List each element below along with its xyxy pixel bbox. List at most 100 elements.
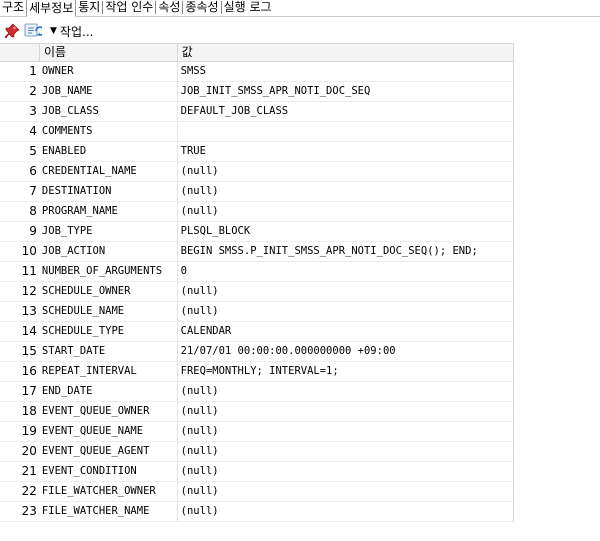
tab-job-arguments[interactable]: 작업 인수 [103, 0, 155, 16]
table-row[interactable]: 4 COMMENTS [0, 122, 513, 142]
property-name-cell[interactable]: FILE_WATCHER_OWNER [40, 482, 178, 501]
property-name-cell[interactable]: SCHEDULE_TYPE [40, 322, 178, 341]
row-number: 12 [21, 284, 37, 298]
property-value-cell[interactable]: (null) [178, 182, 513, 201]
refresh-icon[interactable] [24, 22, 42, 40]
table-row[interactable]: 18 EVENT_QUEUE_OWNER (null) [0, 402, 513, 422]
table-row[interactable]: 9 JOB_TYPE PLSQL_BLOCK [0, 222, 513, 242]
row-number: 5 [29, 144, 37, 158]
property-value-cell[interactable]: TRUE [178, 142, 513, 161]
property-name-cell[interactable]: EVENT_QUEUE_NAME [40, 422, 178, 441]
property-name-cell[interactable]: CREDENTIAL_NAME [40, 162, 178, 181]
property-value-cell[interactable]: (null) [178, 442, 513, 461]
property-name-cell[interactable]: EVENT_CONDITION [40, 462, 178, 481]
tab-properties[interactable]: 속성 [156, 0, 182, 16]
row-number: 21 [21, 464, 37, 478]
property-name-cell[interactable]: EVENT_QUEUE_AGENT [40, 442, 178, 461]
header-name[interactable]: 이름 [40, 44, 178, 61]
property-value-cell[interactable]: CALENDAR [178, 322, 513, 341]
tab-run-log[interactable]: 실행 로그 [222, 0, 274, 16]
property-value-cell[interactable]: (null) [178, 202, 513, 221]
table-row[interactable]: 13 SCHEDULE_NAME (null) [0, 302, 513, 322]
table-row[interactable]: 11 NUMBER_OF_ARGUMENTS 0 [0, 262, 513, 282]
property-value-cell[interactable]: SMSS [178, 62, 513, 81]
table-row[interactable]: 17 END_DATE (null) [0, 382, 513, 402]
property-name-cell[interactable]: EVENT_QUEUE_OWNER [40, 402, 178, 421]
table-row[interactable]: 14 SCHEDULE_TYPE CALENDAR [0, 322, 513, 342]
property-name-cell[interactable]: JOB_NAME [40, 82, 178, 101]
property-name-cell[interactable]: OWNER [40, 62, 178, 81]
row-number: 20 [21, 444, 37, 458]
property-value-cell[interactable]: (null) [178, 402, 513, 421]
row-number: 16 [21, 364, 37, 378]
property-value-cell[interactable]: (null) [178, 282, 513, 301]
property-value-cell[interactable]: JOB_INIT_SMSS_APR_NOTI_DOC_SEQ [178, 82, 513, 101]
header-value[interactable]: 값 [178, 44, 513, 61]
property-value-cell[interactable]: (null) [178, 382, 513, 401]
row-number: 14 [21, 324, 37, 338]
property-value-cell[interactable]: 21/07/01 00:00:00.000000000 +09:00 [178, 342, 513, 361]
property-name-cell[interactable]: SCHEDULE_OWNER [40, 282, 178, 301]
table-row[interactable]: 6 CREDENTIAL_NAME (null) [0, 162, 513, 182]
property-name-cell[interactable]: SCHEDULE_NAME [40, 302, 178, 321]
property-name-cell[interactable]: PROGRAM_NAME [40, 202, 178, 221]
table-row[interactable]: 22 FILE_WATCHER_OWNER (null) [0, 482, 513, 502]
row-number: 10 [21, 244, 37, 258]
table-row[interactable]: 1 OWNER SMSS [0, 62, 513, 82]
property-value-cell[interactable]: (null) [178, 482, 513, 501]
property-name-cell[interactable]: JOB_CLASS [40, 102, 178, 121]
row-number: 4 [29, 124, 37, 138]
table-row[interactable]: 2 JOB_NAME JOB_INIT_SMSS_APR_NOTI_DOC_SEQ [0, 82, 513, 102]
tab-structure[interactable]: 구조 [0, 0, 26, 16]
table-row[interactable]: 8 PROGRAM_NAME (null) [0, 202, 513, 222]
property-value-cell[interactable]: DEFAULT_JOB_CLASS [178, 102, 513, 121]
property-name-cell[interactable]: ENABLED [40, 142, 178, 161]
pin-icon[interactable] [3, 22, 21, 40]
table-row[interactable]: 23 FILE_WATCHER_NAME (null) [0, 502, 513, 522]
property-name-cell[interactable]: NUMBER_OF_ARGUMENTS [40, 262, 178, 281]
property-value-cell[interactable]: (null) [178, 162, 513, 181]
row-number: 13 [21, 304, 37, 318]
caret-down-icon: ▼ [50, 26, 57, 36]
row-number: 7 [29, 184, 37, 198]
property-value-cell[interactable] [178, 122, 513, 141]
row-number: 17 [21, 384, 37, 398]
table-row[interactable]: 19 EVENT_QUEUE_NAME (null) [0, 422, 513, 442]
table-row[interactable]: 10 JOB_ACTION BEGIN SMSS.P_INIT_SMSS_APR_N… [0, 242, 513, 262]
table-row[interactable]: 12 SCHEDULE_OWNER (null) [0, 282, 513, 302]
property-value-cell[interactable]: (null) [178, 502, 513, 521]
tab-details[interactable]: 세부정보 [26, 0, 77, 17]
property-value-cell[interactable]: (null) [178, 422, 513, 441]
property-name-cell[interactable]: END_DATE [40, 382, 178, 401]
actions-label: 작업... [59, 24, 94, 39]
property-value-cell[interactable]: BEGIN SMSS.P_INIT_SMSS_APR_NOTI_DOC_SEQ(… [178, 242, 513, 261]
property-name-cell[interactable]: START_DATE [40, 342, 178, 361]
actions-dropdown-button[interactable]: ▼ 작업... [45, 22, 98, 41]
row-number: 6 [29, 164, 37, 178]
tab-notifications[interactable]: 통지 [76, 0, 102, 16]
grid-body: 1 OWNER SMSS 2 JOB_NAME JOB_INIT_SMSS_APR_NOT… [0, 62, 513, 522]
property-name-cell[interactable]: JOB_ACTION [40, 242, 178, 261]
table-row[interactable]: 15 START_DATE 21/07/01 00:00:00.000000000 … [0, 342, 513, 362]
property-name-cell[interactable]: COMMENTS [40, 122, 178, 141]
table-row[interactable]: 7 DESTINATION (null) [0, 182, 513, 202]
table-row[interactable]: 21 EVENT_CONDITION (null) [0, 462, 513, 482]
property-value-cell[interactable]: PLSQL_BLOCK [178, 222, 513, 241]
table-row[interactable]: 5 ENABLED TRUE [0, 142, 513, 162]
property-name-cell[interactable]: REPEAT_INTERVAL [40, 362, 178, 381]
property-name-cell[interactable]: DESTINATION [40, 182, 178, 201]
row-number: 11 [21, 264, 37, 278]
table-row[interactable]: 20 EVENT_QUEUE_AGENT (null) [0, 442, 513, 462]
tab-bar: 구조 세부정보 통지 작업 인수 속성 종속성 실행 로그 [0, 0, 600, 17]
property-name-cell[interactable]: FILE_WATCHER_NAME [40, 502, 178, 521]
row-number: 1 [29, 64, 37, 78]
row-number: 18 [21, 404, 37, 418]
property-value-cell[interactable]: 0 [178, 262, 513, 281]
tab-dependencies[interactable]: 종속성 [183, 0, 220, 16]
property-value-cell[interactable]: (null) [178, 302, 513, 321]
property-name-cell[interactable]: JOB_TYPE [40, 222, 178, 241]
table-row[interactable]: 3 JOB_CLASS DEFAULT_JOB_CLASS [0, 102, 513, 122]
table-row[interactable]: 16 REPEAT_INTERVAL FREQ=MONTHLY; INTERVAL=… [0, 362, 513, 382]
property-value-cell[interactable]: (null) [178, 462, 513, 481]
property-value-cell[interactable]: FREQ=MONTHLY; INTERVAL=1; [178, 362, 513, 381]
